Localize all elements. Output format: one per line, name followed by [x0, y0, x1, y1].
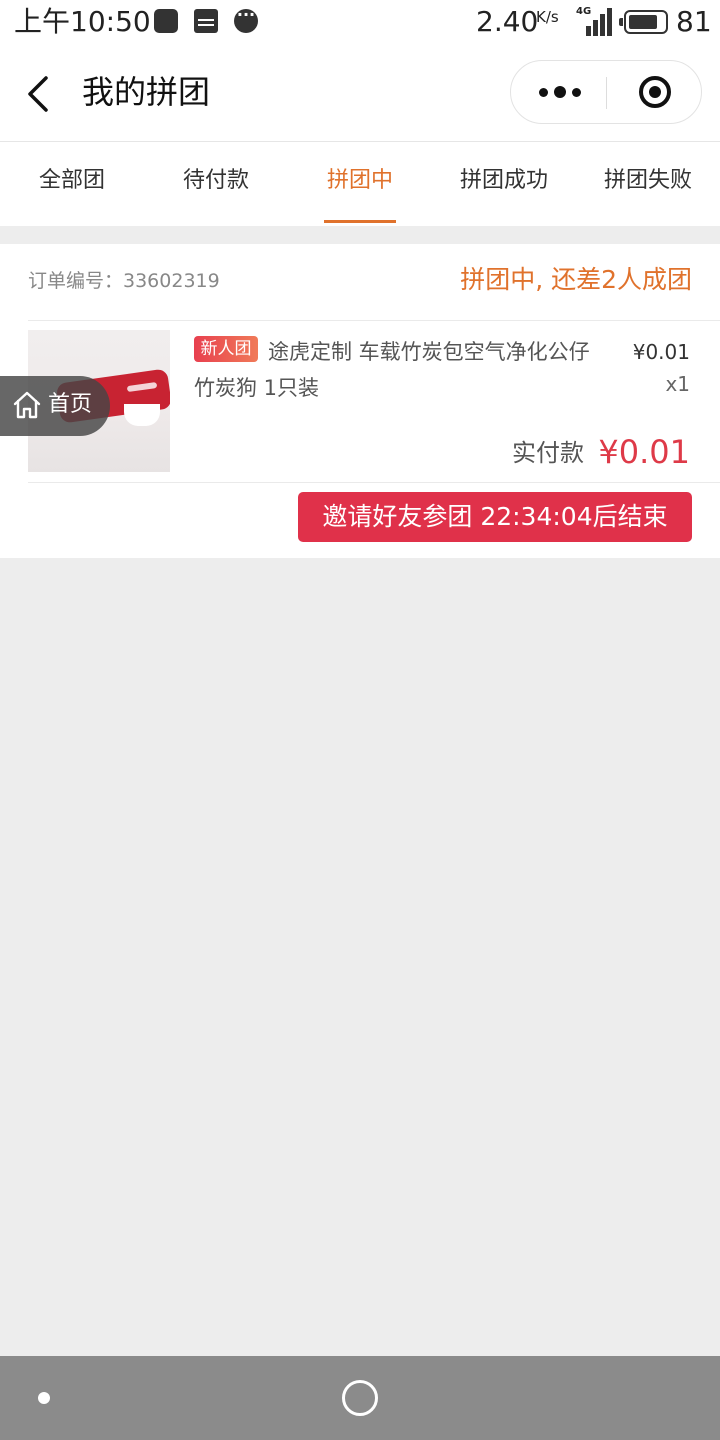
order-tabs: 全部团 待付款 拼团中 拼团成功 拼团失败	[0, 142, 720, 226]
paid-label: 实付款	[512, 439, 584, 467]
status-time: 上午10:50	[14, 5, 151, 38]
nav-bar: 我的拼团	[0, 46, 720, 142]
quantity: x1	[665, 372, 690, 396]
paid-amount: ¥0.01	[598, 433, 690, 471]
message-icon	[234, 5, 258, 33]
page-title: 我的拼团	[82, 73, 211, 111]
divider	[28, 482, 720, 483]
system-home-button[interactable]	[342, 1380, 378, 1416]
tab-all[interactable]: 全部团	[0, 142, 144, 226]
system-nav-bar	[0, 1356, 720, 1440]
unit-price: ¥0.01	[632, 340, 690, 364]
back-arrow-icon[interactable]	[20, 74, 60, 114]
net-speed: 2.40	[476, 5, 539, 38]
tab-in-progress[interactable]: 拼团中	[288, 142, 432, 226]
qq-icon	[154, 9, 178, 33]
order-status: 拼团中, 还差2人成团	[460, 265, 692, 294]
home-label: 首页	[48, 392, 93, 417]
battery-icon	[619, 10, 668, 34]
tab-failed[interactable]: 拼团失败	[576, 142, 720, 226]
signal-icon: 4G	[576, 6, 612, 36]
news-icon	[194, 9, 218, 33]
battery-level: 81	[676, 5, 712, 38]
invite-friends-button[interactable]: 邀请好友参团 22:34:04后结束	[298, 492, 692, 542]
nav-dot-icon[interactable]	[38, 1392, 50, 1404]
tab-success[interactable]: 拼团成功	[432, 142, 576, 226]
home-icon	[13, 391, 41, 419]
home-float-button[interactable]: 首页	[0, 376, 110, 436]
target-close-icon	[639, 76, 671, 108]
product-title[interactable]: 途虎定制 车载竹炭包空气净化公仔竹炭狗 1只装	[194, 334, 594, 406]
active-tab-indicator	[324, 220, 396, 223]
signal-label: 4G	[576, 6, 592, 17]
net-speed-unit: K/s	[536, 8, 559, 26]
order-number: 订单编号：33602319	[28, 270, 220, 292]
divider	[28, 320, 720, 321]
more-button[interactable]	[511, 61, 606, 123]
miniprogram-capsule	[510, 60, 702, 124]
more-icon	[539, 88, 548, 97]
tab-pending-payment[interactable]: 待付款	[144, 142, 288, 226]
close-miniprogram-button[interactable]	[607, 61, 702, 123]
status-bar: 上午10:50 2.40 K/s 4G 81	[0, 0, 720, 46]
